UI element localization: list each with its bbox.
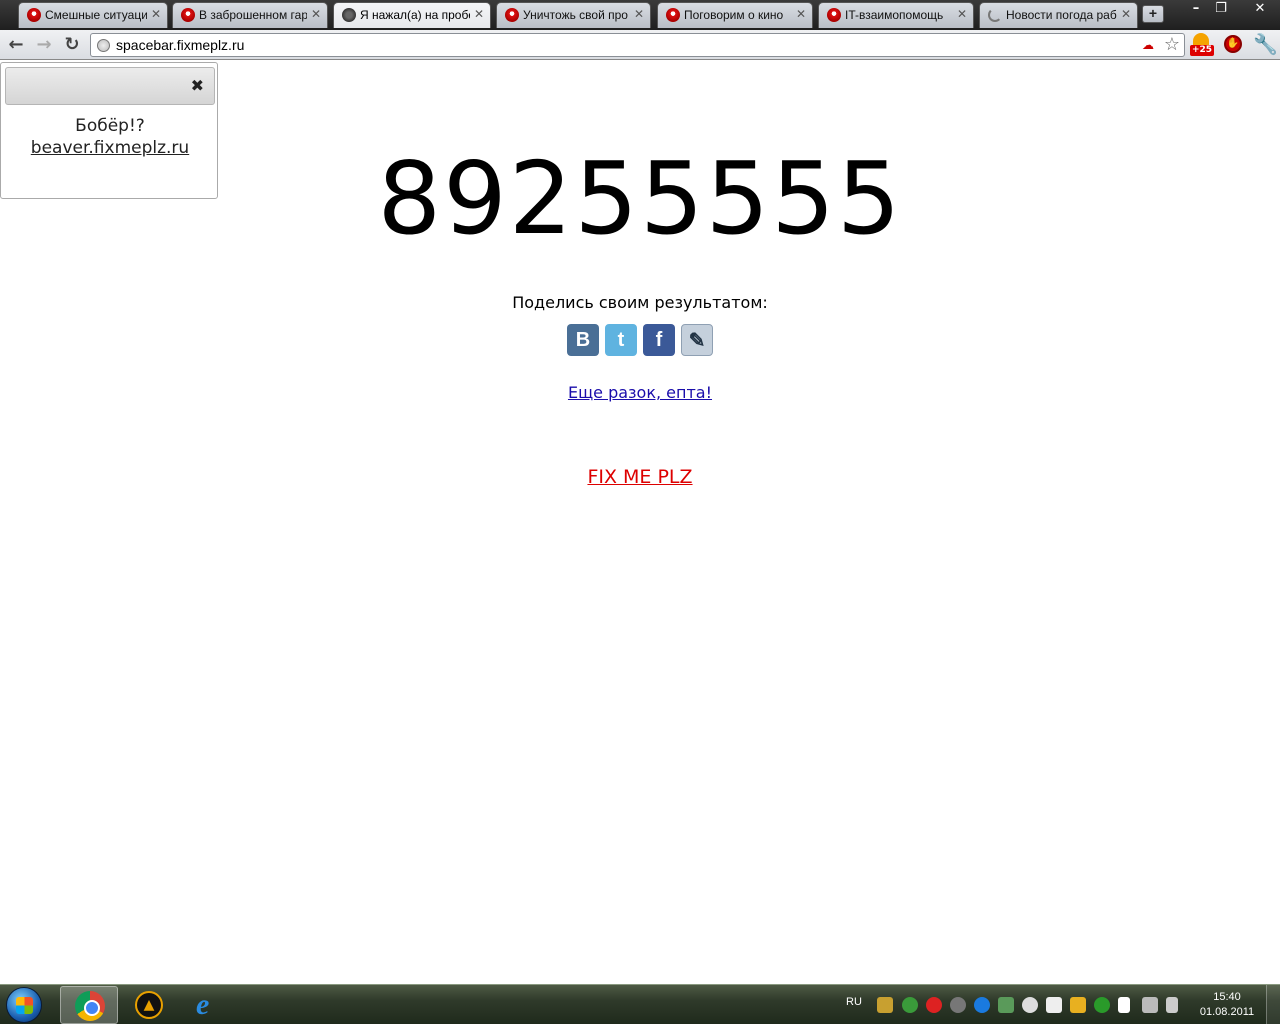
livejournal-share-button[interactable]: ✎ [681,324,713,356]
fix-me-plz-link[interactable]: FIX ME PLZ [0,466,1280,488]
site-favicon-icon [505,8,519,22]
tab-5[interactable]: Поговорим о кино ✕ [657,2,813,28]
tab-4[interactable]: Уничтожь свой про ✕ [496,2,651,28]
tab-close-icon[interactable]: ✕ [311,7,321,21]
windows-logo-icon [16,997,33,1014]
tab-close-icon[interactable]: ✕ [634,7,644,21]
twitter-icon: t [617,329,625,351]
show-desktop-button[interactable] [1266,985,1280,1025]
tab-title: Смешные ситуации [45,8,147,22]
windows-taskbar: ▲ e RU 15:40 01.08.2011 [0,984,1280,1025]
tray-utorrent-icon[interactable] [1094,997,1110,1013]
system-clock[interactable]: 15:40 01.08.2011 [1192,990,1262,1020]
tab-title: Поговорим о кино [684,8,784,22]
tab-close-icon[interactable]: ✕ [796,7,806,21]
fix-me-plz-link-text[interactable]: FIX ME PLZ [587,466,692,488]
tray-volume-icon[interactable] [1166,997,1178,1013]
start-button[interactable] [6,987,42,1023]
reload-button[interactable]: ↻ [61,34,83,56]
site-favicon-icon [27,8,41,22]
restore-button[interactable]: ❐ [1207,0,1235,18]
tab-3-active[interactable]: Я нажал(а) на пробе ✕ [333,2,491,28]
vkontakte-icon: B [575,329,591,351]
tab-title: Новости погода раб [1006,8,1117,22]
tab-close-icon[interactable]: ✕ [957,7,967,21]
adblock-stop-icon[interactable]: ✋ [1224,35,1242,53]
tab-2[interactable]: В заброшенном гар ✕ [172,2,328,28]
clock-date: 01.08.2011 [1199,1006,1255,1018]
internet-explorer-icon: e [196,988,210,1021]
tab-close-icon[interactable]: ✕ [1121,7,1131,21]
weather-extension-button[interactable]: +25 [1190,33,1214,57]
tab-title: Уничтожь свой про [523,8,628,22]
popup-question: Бобёр!? [75,116,145,136]
popup-header: ✖ [5,67,215,105]
site-favicon-icon [181,8,195,22]
score-counter: 89255555 [377,140,903,257]
tab-title: Я нажал(а) на пробе [360,8,470,22]
tab-close-icon[interactable]: ✕ [474,7,484,21]
tray-update-icon[interactable] [1022,997,1038,1013]
forward-button[interactable]: → [33,34,55,56]
taskbar-app-aimp[interactable]: ▲ [120,986,178,1024]
try-again-link-text[interactable]: Еще разок, епта! [568,383,712,402]
minimize-button[interactable]: – [1182,0,1210,18]
chrome-icon [75,991,105,1021]
taskbar-app-internet-explorer[interactable]: e [182,986,240,1024]
tray-flag-icon[interactable] [1118,997,1130,1013]
tab-close-icon[interactable]: ✕ [151,7,161,21]
wrench-menu-icon[interactable]: 🔧 [1253,32,1278,56]
new-tab-button[interactable]: + [1142,5,1164,23]
tab-6[interactable]: IT-взаимопомощь ✕ [818,2,974,28]
tab-strip: Смешные ситуации ✕ В заброшенном гар ✕ Я… [0,0,1280,30]
tray-security-icon[interactable] [998,997,1014,1013]
tray-webcam-icon[interactable] [950,997,966,1013]
tray-notes-icon[interactable] [1046,997,1062,1013]
tray-network-icon[interactable] [1142,997,1158,1013]
try-again-link[interactable]: Еще разок, епта! [0,383,1280,402]
tab-1[interactable]: Смешные ситуации ✕ [18,2,168,28]
tray-antivirus-icon[interactable] [926,997,942,1013]
tray-chat-icon[interactable] [902,997,918,1013]
address-url[interactable]: spacebar.fixmeplz.ru [116,37,244,53]
page-info-icon[interactable] [97,39,110,52]
weather-temperature-badge: +25 [1190,45,1214,56]
extension-cloud-icon[interactable]: ☁ [1142,38,1154,52]
aimp-icon: ▲ [135,991,163,1019]
tab-title: IT-взаимопомощь [845,8,944,22]
globe-favicon-icon [342,8,356,22]
clock-time: 15:40 [1213,991,1241,1003]
site-favicon-icon [827,8,841,22]
tray-users-icon[interactable] [1070,997,1086,1013]
tray-bluetooth-icon[interactable] [974,997,990,1013]
close-window-button[interactable]: ✕ [1242,0,1278,18]
site-favicon-icon [666,8,680,22]
loading-spinner-icon [988,8,1002,22]
tab-7[interactable]: Новости погода раб ✕ [979,2,1138,28]
bookmark-star-icon[interactable]: ☆ [1164,34,1180,55]
address-bar[interactable]: spacebar.fixmeplz.ru ☁ ☆ [90,33,1185,57]
tray-tool-icon[interactable] [877,997,893,1013]
back-button[interactable]: ← [5,34,27,56]
facebook-icon: f [655,329,663,351]
popup-close-icon[interactable]: ✖ [191,76,204,95]
browser-toolbar: ← → ↻ spacebar.fixmeplz.ru ☁ ☆ [0,30,1280,60]
vkontakte-share-button[interactable]: B [567,324,599,356]
twitter-share-button[interactable]: t [605,324,637,356]
taskbar-app-chrome[interactable] [60,986,118,1024]
language-indicator[interactable]: RU [846,996,862,1008]
facebook-share-button[interactable]: f [643,324,675,356]
share-label: Поделись своим результатом: [512,293,768,312]
tab-title: В заброшенном гар [199,8,307,22]
livejournal-pencil-icon: ✎ [688,330,706,352]
